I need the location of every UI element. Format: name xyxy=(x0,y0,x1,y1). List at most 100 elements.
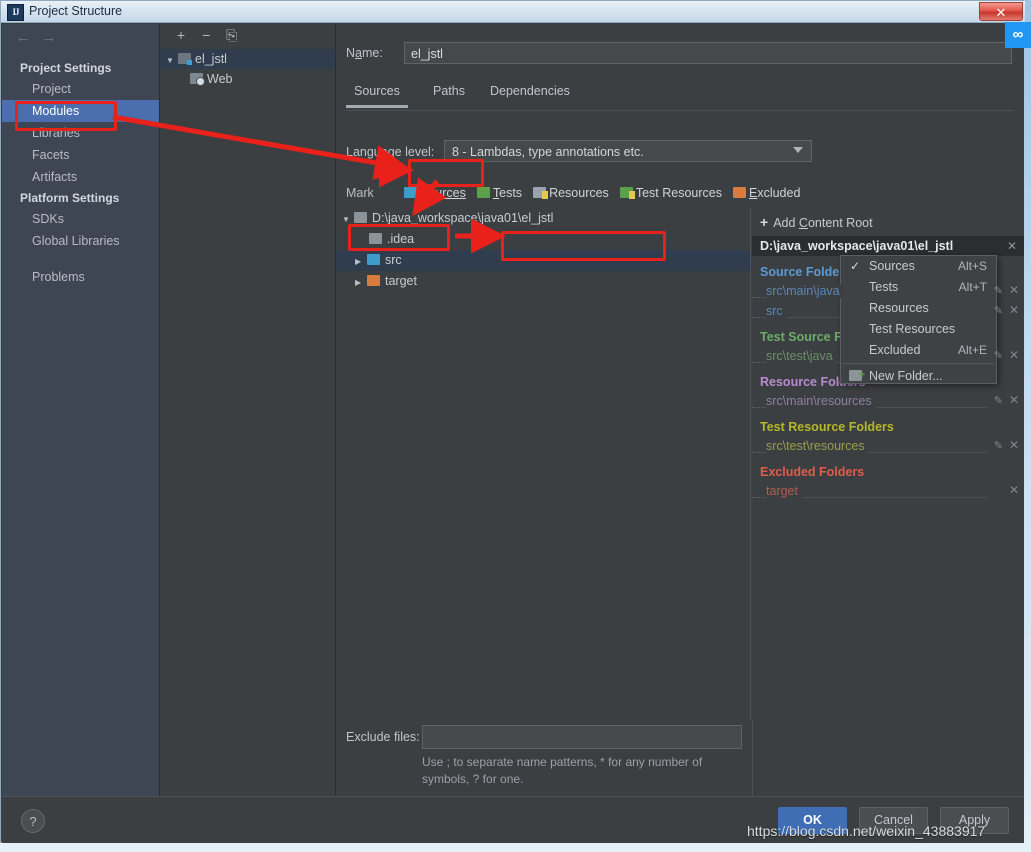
copy-module-icon[interactable]: ⎘ xyxy=(221,27,243,44)
remove-icon[interactable]: ✕ xyxy=(1009,392,1019,408)
context-menu-item-sources[interactable]: ✓ Sources Alt+S xyxy=(841,256,996,277)
collapse-arrow-icon[interactable]: ▼ xyxy=(342,209,354,230)
tests-folder-icon xyxy=(476,187,490,198)
exclude-files-label: Exclude files: xyxy=(346,730,420,744)
modules-tree-panel: + − ⎘ ▼ el_jstl Web xyxy=(160,24,336,796)
test-resource-folder-row[interactable]: src\test\resources ✎ ✕ xyxy=(752,436,1024,456)
remove-icon[interactable]: ✕ xyxy=(1009,302,1019,318)
tree-row-content-root[interactable]: ▼ D:\java_workspace\java01\el_jstl xyxy=(336,208,750,229)
mark-tests-button[interactable]: Tests xyxy=(476,186,522,200)
add-content-root-button[interactable]: + Add Content Root xyxy=(752,208,1024,236)
mark-excluded-button[interactable]: Excluded xyxy=(732,186,800,200)
excluded-folder-row[interactable]: target ✕ xyxy=(752,481,1024,501)
tab-paths[interactable]: Paths xyxy=(425,82,473,100)
excluded-folder-icon xyxy=(732,187,746,198)
remove-content-root-icon[interactable]: ✕ xyxy=(1007,239,1017,253)
remove-icon[interactable]: ✕ xyxy=(1009,347,1019,363)
module-name-label: Name: xyxy=(346,46,383,60)
content-root-path: D:\java_workspace\java01\el_jstl xyxy=(760,239,954,253)
module-label: el_jstl xyxy=(195,52,227,66)
context-menu-item-tests[interactable]: Tests Alt+T xyxy=(841,277,996,298)
context-menu-label: Test Resources xyxy=(869,322,956,336)
corner-badge-icon[interactable]: ∞ xyxy=(1005,22,1031,48)
checkmark-icon: ✓ xyxy=(850,259,861,273)
mark-label: Mark xyxy=(346,186,374,200)
resources-folder-icon xyxy=(533,187,549,199)
edit-icon[interactable]: ✎ xyxy=(994,438,1003,454)
settings-sidebar: ← → Project Settings Project Modules Libr… xyxy=(2,24,160,796)
close-button[interactable]: ✕ xyxy=(979,2,1023,21)
module-name-row: Name: el_jstl xyxy=(346,42,1014,66)
tree-row-label: src xyxy=(385,253,402,267)
sidebar-item-problems[interactable]: Problems xyxy=(2,266,159,288)
module-tree-row-el-jstl[interactable]: ▼ el_jstl xyxy=(160,49,335,69)
tree-row-label: target xyxy=(385,274,417,288)
module-tabs: Sources Paths Dependencies xyxy=(346,82,1014,108)
facet-label: Web xyxy=(207,72,233,86)
expand-arrow-icon[interactable]: ▼ xyxy=(166,51,178,71)
sidebar-group-platform-settings: Platform Settings xyxy=(20,191,120,205)
expand-arrow-icon[interactable]: ▶ xyxy=(355,251,367,272)
web-facet-icon xyxy=(190,73,205,86)
tree-row-src[interactable]: ▶ src xyxy=(336,250,750,271)
tab-sources[interactable]: Sources xyxy=(346,82,408,108)
test-source-folder-path: src\test\java xyxy=(766,349,837,363)
remove-icon[interactable]: ✕ xyxy=(1009,282,1019,298)
context-menu-label: Resources xyxy=(869,301,929,315)
mark-sources-button[interactable]: Sources xyxy=(404,186,466,200)
mark-resources-button[interactable]: Resources xyxy=(533,186,609,200)
forward-icon[interactable]: → xyxy=(36,29,62,46)
edit-icon[interactable]: ✎ xyxy=(994,283,1003,299)
tree-row-label: D:\java_workspace\java01\el_jstl xyxy=(372,211,554,225)
navigation-arrows: ← → xyxy=(10,29,70,51)
sidebar-item-artifacts[interactable]: Artifacts xyxy=(2,166,159,188)
tab-dependencies[interactable]: Dependencies xyxy=(482,82,578,100)
sidebar-item-project[interactable]: Project xyxy=(2,78,159,100)
remove-icon[interactable]: ✕ xyxy=(1009,482,1019,498)
sidebar-item-modules[interactable]: Modules xyxy=(2,100,159,122)
remove-icon[interactable]: ✕ xyxy=(1009,437,1019,453)
tree-row-target[interactable]: ▶ target xyxy=(336,271,750,292)
title-bar: IJ Project Structure ✕ xyxy=(1,1,1025,23)
source-folder-path: src\main\java xyxy=(766,284,844,298)
sources-folder-icon xyxy=(404,187,417,198)
context-menu-item-new-folder[interactable]: New Folder... xyxy=(841,365,996,387)
help-button[interactable]: ? xyxy=(21,809,45,833)
source-folder-path: src xyxy=(766,304,787,318)
resource-folder-row[interactable]: src\main\resources ✎ ✕ xyxy=(752,391,1024,411)
sidebar-item-sdks[interactable]: SDKs xyxy=(2,208,159,230)
new-folder-icon xyxy=(849,365,865,386)
exclude-hint-line-2: symbols, ? for one. xyxy=(422,772,524,786)
context-menu-item-excluded[interactable]: Excluded Alt+E xyxy=(841,340,996,361)
exclude-files-input[interactable] xyxy=(422,725,742,749)
content-folder-tree: ▼ D:\java_workspace\java01\el_jstl .idea … xyxy=(336,208,751,720)
language-level-label: Language level: xyxy=(346,145,435,159)
chevron-down-icon[interactable] xyxy=(793,147,803,153)
sidebar-item-libraries[interactable]: Libraries xyxy=(2,122,159,144)
mark-sources-label: ources xyxy=(428,186,466,200)
exclude-files-hint: Use ; to separate name patterns, * for a… xyxy=(422,754,742,788)
back-icon[interactable]: ← xyxy=(10,29,36,46)
edit-icon[interactable]: ✎ xyxy=(994,393,1003,409)
grey-folder-icon xyxy=(369,233,382,244)
edit-icon[interactable]: ✎ xyxy=(994,303,1003,319)
language-level-select[interactable]: 8 - Lambdas, type annotations etc. xyxy=(444,140,812,162)
tree-row-idea[interactable]: .idea xyxy=(336,229,750,250)
expand-arrow-icon[interactable]: ▶ xyxy=(355,272,367,293)
edit-icon[interactable]: ✎ xyxy=(994,348,1003,364)
test-resource-folders-title: Test Resource Folders xyxy=(760,420,894,434)
context-menu-item-test-resources[interactable]: Test Resources xyxy=(841,319,996,340)
remove-module-icon[interactable]: − xyxy=(195,27,217,43)
exclude-hint-line-1: Use ; to separate name patterns, * for a… xyxy=(422,755,703,769)
sidebar-item-facets[interactable]: Facets xyxy=(2,144,159,166)
intellij-logo-icon: IJ xyxy=(7,4,24,21)
context-menu-item-resources[interactable]: Resources xyxy=(841,298,996,319)
module-tree-row-web[interactable]: Web xyxy=(160,69,335,89)
sidebar-item-global-libraries[interactable]: Global Libraries xyxy=(2,230,159,252)
language-level-value: 8 - Lambdas, type annotations etc. xyxy=(452,145,644,159)
module-name-input[interactable]: el_jstl xyxy=(404,42,1012,64)
mark-test-resources-button[interactable]: Test Resources xyxy=(619,186,722,200)
test-resources-folder-icon xyxy=(619,187,635,199)
add-module-icon[interactable]: + xyxy=(170,27,192,43)
excluded-folder-path: target xyxy=(766,484,802,498)
